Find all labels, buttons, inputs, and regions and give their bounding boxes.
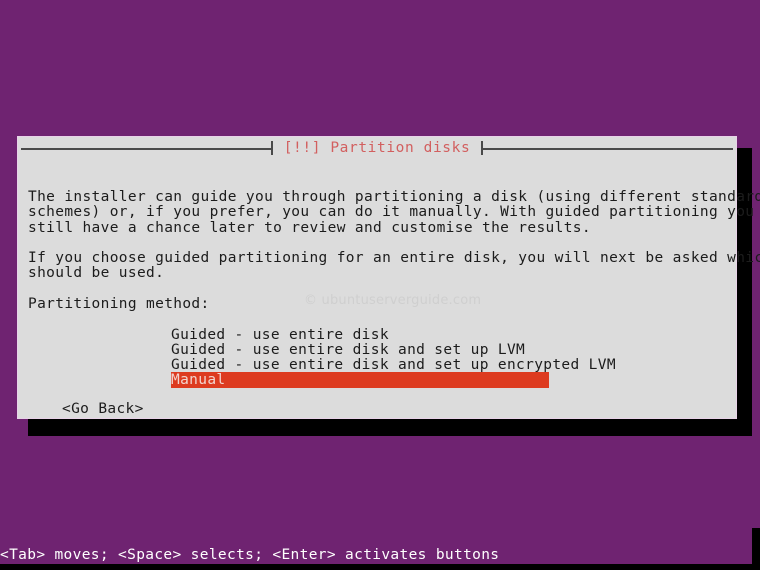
partition-disks-dialog: [!!] Partition disks The installer can g… bbox=[17, 136, 760, 419]
title-rule-right bbox=[483, 147, 734, 150]
guided-paragraph: If you choose guided partitioning for an… bbox=[28, 250, 760, 282]
status-bar-hint: <Tab> moves; <Space> selects; <Enter> ac… bbox=[0, 547, 500, 563]
menu-item-guided-entire-disk[interactable]: Guided - use entire disk bbox=[171, 328, 549, 343]
menu-item-manual[interactable]: Manual bbox=[171, 373, 549, 388]
dialog-title-bar: [!!] Partition disks bbox=[18, 138, 736, 158]
partitioning-method-menu[interactable]: Guided - use entire disk Guided - use en… bbox=[171, 328, 616, 388]
installer-screen: [!!] Partition disks The installer can g… bbox=[0, 0, 760, 570]
guided-line-1: If you choose guided partitioning for an… bbox=[28, 250, 760, 266]
intro-line-2: schemes) or, if you prefer, you can do i… bbox=[28, 204, 760, 221]
site-watermark: © ubuntuserverguide.com bbox=[304, 293, 482, 308]
guided-line-2: should be used. bbox=[28, 265, 165, 282]
title-rule-left bbox=[21, 147, 271, 150]
intro-paragraph: The installer can guide you through part… bbox=[28, 189, 760, 236]
dialog-body: The installer can guide you through part… bbox=[18, 159, 760, 418]
intro-line-3: still have a chance later to review and … bbox=[28, 219, 591, 236]
partitioning-method-label: Partitioning method: bbox=[28, 296, 210, 312]
intro-line-1: The installer can guide you through part… bbox=[28, 189, 760, 205]
dialog-title: [!!] Partition disks bbox=[283, 140, 471, 156]
menu-item-guided-encrypted-lvm[interactable]: Guided - use entire disk and set up encr… bbox=[171, 358, 616, 373]
screen-bottom-strip bbox=[0, 564, 760, 570]
go-back-button[interactable]: <Go Back> bbox=[62, 401, 144, 417]
menu-item-guided-lvm[interactable]: Guided - use entire disk and set up LVM bbox=[171, 343, 549, 358]
